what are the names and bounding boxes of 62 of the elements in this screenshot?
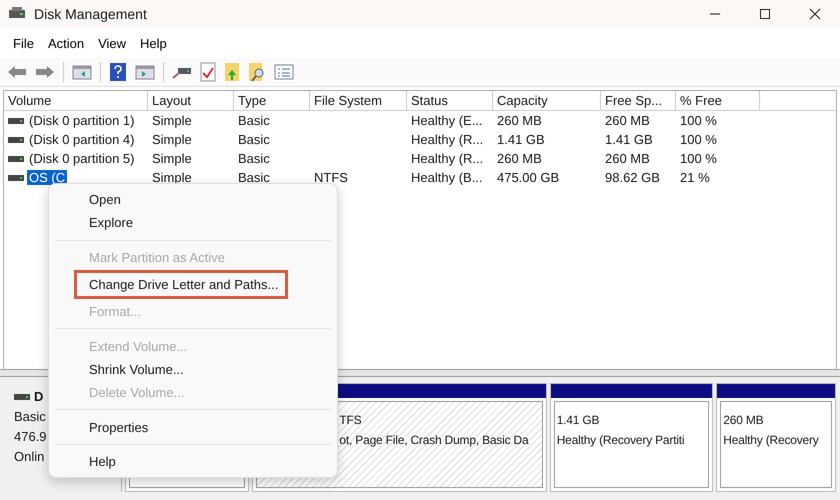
drive-icon [8,136,24,144]
table-cell: Simple [152,132,192,147]
table-cell: Simple [152,151,192,166]
table-cell: Healthy (B... [411,170,483,185]
table-cell: Healthy (E... [411,113,483,128]
menu-item[interactable]: File [6,36,41,50]
disk-info: 476.9 [14,428,47,446]
table-cell: 98.62 GB [605,170,660,185]
table-cell: 1.41 GB [497,132,545,147]
menu-item[interactable]: View [91,36,134,50]
column-header[interactable]: Layout [148,91,234,110]
table-cell: 260 MB [605,113,650,128]
drive-icon [14,393,30,401]
column-header[interactable]: Free Sp... [601,91,676,110]
table-cell[interactable]: (Disk 0 partition 5) [27,151,136,166]
table-cell: Simple [152,113,192,128]
context-menu-item[interactable]: Shrink Volume... [55,358,331,382]
table-cell: 475.00 GB [497,170,560,185]
table-cell: Basic [238,170,270,185]
window-title: Disk Management [34,6,147,22]
column-header[interactable]: Volume [4,91,148,110]
column-header[interactable]: Status [407,91,493,110]
disk-drive-icon [8,7,26,21]
column-header[interactable]: Type [234,91,310,110]
table-cell: Healthy (R... [411,132,484,147]
table-cell: 1.41 GB [605,132,653,147]
drive-icon [8,174,24,182]
table-cell: Healthy (R... [411,151,484,166]
drive-icon [8,116,24,124]
partition-size: TFS [339,412,362,429]
drive-icon [8,154,24,162]
table-cell: 21 % [680,170,710,185]
partition-block[interactable]: 1.41 GB Healthy (Recovery Partiti [550,383,714,492]
disk-info: Basic [14,408,46,426]
context-menu-item[interactable]: Explore [55,211,331,235]
maximize-icon [759,8,771,20]
context-menu-item[interactable]: Change Drive Letter and Paths... [75,270,287,298]
table-cell: 260 MB [497,113,542,128]
table-cell: Basic [238,151,270,166]
table-cell: 100 % [680,113,717,128]
column-header[interactable]: % Free [676,91,760,110]
table-cell[interactable]: (Disk 0 partition 1) [27,113,136,128]
column-header[interactable]: Capacity [493,91,601,110]
disk-info: Onlin [14,448,44,466]
table-cell: Basic [238,113,270,128]
table-cell[interactable]: OS (C [27,170,68,185]
table-cell: NTFS [314,170,348,185]
partition-status: ot, Page File, Crash Dump, Basic Da [339,432,529,449]
menu-item[interactable]: Action [40,36,92,50]
context-menu-item[interactable]: Open [55,188,331,212]
table-cell[interactable]: (Disk 0 partition 4) [27,132,136,147]
menu-item[interactable]: Help [133,36,174,50]
table-cell: 260 MB [605,151,650,166]
close-icon [809,8,821,20]
table-cell: 100 % [680,151,717,166]
table-cell: Simple [152,170,192,185]
table-cell: 100 % [680,132,717,147]
table-cell: 260 MB [497,151,542,166]
column-header[interactable]: File System [310,91,407,110]
partition-block[interactable]: 260 MB Healthy (Recovery [716,383,836,492]
disk-name: D [34,388,44,406]
table-cell: Basic [238,132,270,147]
